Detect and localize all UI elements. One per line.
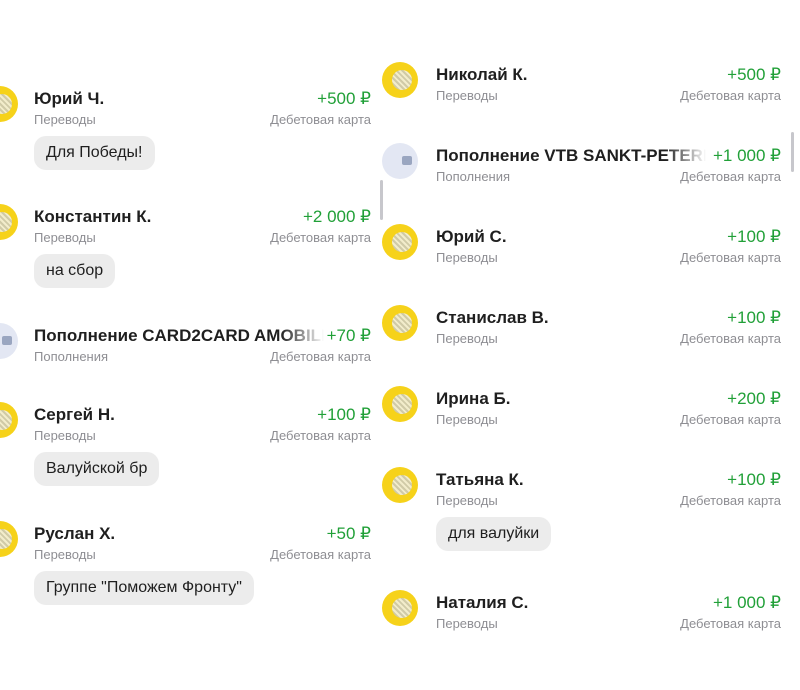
sender-name: Наталия С.: [436, 593, 529, 612]
person-avatar: [382, 467, 418, 503]
category: Переводы: [34, 547, 96, 562]
category: Переводы: [436, 331, 498, 346]
amount: +50 ₽: [326, 524, 371, 543]
amount: +1 000 ₽: [712, 146, 781, 165]
person-avatar: [0, 402, 18, 438]
category: Пополнения: [34, 349, 109, 364]
person-avatar: [382, 386, 418, 422]
comment-bubble: для валуйки: [436, 517, 552, 551]
comment-bubble: Валуйской бр: [34, 452, 160, 486]
account: Дебетовая карта: [270, 547, 371, 562]
comment-bubble: на сбор: [34, 254, 116, 288]
account: Дебетовая карта: [270, 428, 371, 443]
person-avatar: [0, 204, 18, 240]
sender-name: Пополнение VTB SANKT-PETERBURG: [436, 146, 706, 165]
category: Переводы: [34, 428, 96, 443]
amount: +1 000 ₽: [712, 593, 781, 612]
category: Переводы: [436, 493, 498, 508]
scrollbar[interactable]: [791, 132, 794, 172]
account: Дебетовая карта: [680, 88, 781, 103]
amount: +100 ₽: [727, 470, 781, 489]
bank-avatar: [382, 143, 418, 179]
person-avatar: [382, 305, 418, 341]
sender-name: Татьяна К.: [436, 470, 524, 489]
category: Переводы: [436, 250, 498, 265]
category: Переводы: [436, 616, 498, 631]
amount: +500 ₽: [727, 65, 781, 84]
account: Дебетовая карта: [270, 112, 371, 127]
comment-bubble: Для Победы!: [34, 136, 155, 170]
scrollbar[interactable]: [380, 180, 383, 220]
sender-name: Николай К.: [436, 65, 528, 84]
amount: +100 ₽: [727, 227, 781, 246]
account: Дебетовая карта: [680, 616, 781, 631]
person-avatar: [382, 224, 418, 260]
amount: +2 000 ₽: [302, 207, 371, 226]
amount: +70 ₽: [326, 326, 371, 345]
bank-avatar: [0, 323, 18, 359]
comment-bubble: Группе "Поможем Фронту": [34, 571, 254, 605]
account: Дебетовая карта: [680, 250, 781, 265]
amount: +100 ₽: [727, 308, 781, 327]
person-avatar: [382, 62, 418, 98]
sender-name: Сергей Н.: [34, 405, 115, 424]
category: Пополнения: [436, 169, 511, 184]
sender-name: Руслан Х.: [34, 524, 116, 543]
category: Переводы: [34, 112, 96, 127]
category: Переводы: [34, 230, 96, 245]
amount: +200 ₽: [727, 389, 781, 408]
person-avatar: [382, 590, 418, 626]
amount: +500 ₽: [317, 89, 371, 108]
category: Переводы: [436, 412, 498, 427]
account: Дебетовая карта: [680, 331, 781, 346]
account: Дебетовая карта: [270, 349, 371, 364]
account: Дебетовая карта: [680, 169, 781, 184]
transactions-list-left: Юрий Ч. +500 ₽ Переводы Дебетовая карта …: [0, 0, 383, 690]
account: Дебетовая карта: [680, 493, 781, 508]
person-avatar: [0, 521, 18, 557]
sender-name: Юрий С.: [436, 227, 507, 246]
person-avatar: [0, 86, 18, 122]
sender-name: Константин К.: [34, 207, 152, 226]
sender-name: Пополнение CARD2CARD AMOBILE: [34, 326, 324, 345]
account: Дебетовая карта: [270, 230, 371, 245]
transactions-list-right: Николай К. +500 ₽ Переводы Дебетовая кар…: [382, 0, 800, 690]
category: Переводы: [436, 88, 498, 103]
amount: +100 ₽: [317, 405, 371, 424]
account: Дебетовая карта: [680, 412, 781, 427]
sender-name: Юрий Ч.: [34, 89, 105, 108]
sender-name: Ирина Б.: [436, 389, 511, 408]
sender-name: Станислав В.: [436, 308, 549, 327]
